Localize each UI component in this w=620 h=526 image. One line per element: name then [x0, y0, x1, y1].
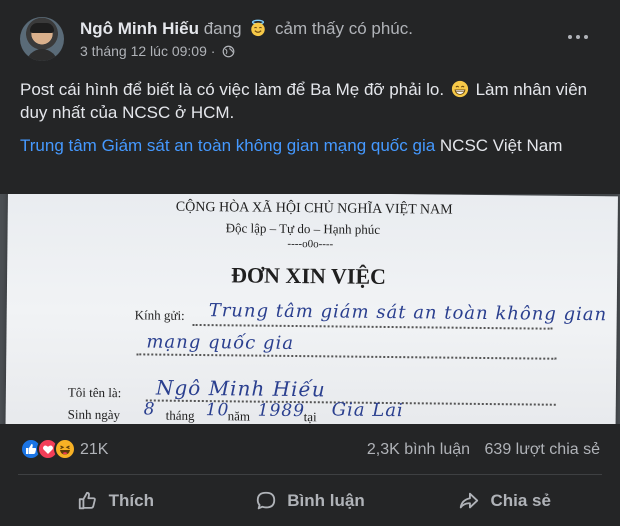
comment-bubble-icon — [257, 491, 276, 510]
avatar-hair — [30, 23, 54, 33]
doc-name-handwriting: Ngô Minh Hiếu — [155, 375, 326, 402]
doc-title: ĐƠN XIN VIỆC — [230, 262, 387, 289]
more-options-icon[interactable] — [566, 30, 590, 44]
share-arrow-icon — [460, 492, 479, 509]
author-avatar[interactable] — [20, 17, 64, 61]
post-meta: 3 tháng 12 lúc 09:09 · — [80, 43, 235, 59]
tagged-page-suffix: NCSC Việt Nam — [439, 136, 563, 155]
doc-dob-day: 8 — [143, 399, 156, 420]
author-line: Ngô Minh Hiếu đang cảm thấy có phúc. — [80, 19, 413, 39]
halo-smile-emoji-icon — [251, 19, 266, 37]
share-button-label: Chia sẻ — [490, 491, 551, 510]
doc-to-dotline-2 — [136, 353, 557, 360]
thumbs-up-icon — [78, 491, 96, 510]
doc-dob-month: 10 — [205, 400, 230, 421]
doc-place-label: tại — [303, 409, 317, 424]
share-count[interactable]: 639 lượt chia sẻ — [485, 441, 600, 458]
doc-to-label: Kính gửi: — [134, 307, 185, 323]
post-photo[interactable]: CỘNG HÒA XÃ HỘI CHỦ NGHĨA VIỆT NAM Độc l… — [0, 194, 620, 424]
application-letter-paper: CỘNG HÒA XÃ HỘI CHỦ NGHĨA VIỆT NAM Độc l… — [5, 194, 618, 424]
doc-dob-year: 1989 — [257, 400, 306, 422]
post-tags: Trung tâm Giám sát an toàn không gian mạ… — [20, 134, 605, 157]
like-button-label: Thích — [108, 491, 154, 510]
doc-to-dotline-1 — [192, 323, 553, 330]
avatar-shirt — [26, 49, 58, 61]
doc-dob-year-label: năm — [227, 408, 251, 424]
haha-reaction-icon — [54, 438, 76, 460]
doc-name-label: Tôi tên là: — [67, 384, 122, 401]
action-divider — [18, 474, 602, 475]
comment-button[interactable]: Bình luận — [213, 478, 408, 524]
reaction-count[interactable]: 21K — [80, 441, 108, 459]
post-text-part1: Post cái hình để biết là có việc làm để … — [20, 80, 445, 99]
doc-header-line3: ----o0o---- — [287, 237, 334, 251]
tagged-page-link[interactable]: Trung tâm Giám sát an toàn không gian mạ… — [20, 136, 435, 155]
feeling-text: cảm thấy có phúc. — [275, 19, 413, 38]
post-action-bar: Thích Bình luận Chia sẻ — [18, 478, 602, 524]
facebook-post: Ngô Minh Hiếu đang cảm thấy có phúc. 3 t… — [0, 0, 620, 526]
share-button[interactable]: Chia sẻ — [407, 478, 602, 524]
globe-icon[interactable] — [222, 45, 235, 58]
comment-button-label: Bình luận — [287, 491, 365, 510]
post-stats: 2,3K bình luận 639 lượt chia sẻ — [367, 441, 600, 459]
doc-header-line1: CỘNG HÒA XÃ HỘI CHỦ NGHĨA VIỆT NAM — [175, 199, 453, 218]
doc-dob-month-label: tháng — [165, 407, 195, 423]
post-text: Post cái hình để biết là có việc làm để … — [20, 78, 605, 124]
doc-to-handwriting-1: Trung tâm giám sát an toàn không gian — [208, 300, 608, 326]
post-timestamp[interactable]: 3 tháng 12 lúc 09:09 — [80, 43, 207, 59]
like-button[interactable]: Thích — [18, 478, 213, 524]
doc-dob-label: Sinh ngày — [67, 406, 121, 423]
author-name[interactable]: Ngô Minh Hiếu — [80, 19, 199, 38]
doc-to-handwriting-2: mạng quốc gia — [146, 331, 295, 355]
doc-place-handwriting: Gia Lai — [331, 399, 404, 422]
feeling-prefix: đang — [203, 19, 242, 38]
doc-header-line2: Độc lập – Tự do – Hạnh phúc — [225, 220, 381, 237]
meta-separator: · — [210, 43, 216, 59]
comment-count[interactable]: 2,3K bình luận — [367, 441, 470, 458]
grinning-face-emoji-icon — [451, 80, 468, 98]
